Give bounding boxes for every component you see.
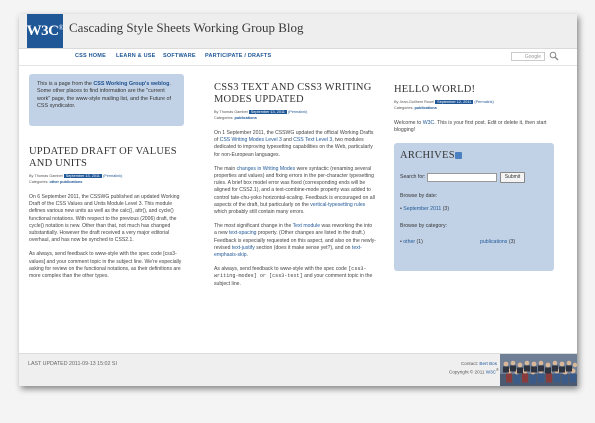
text-justify-link[interactable]: text-justify <box>232 245 255 251</box>
contact-info: Contact: Bert Bos Copyright © 2011 W3C® <box>449 361 499 376</box>
rss-icon[interactable] <box>455 152 462 160</box>
copyright-w3c-link[interactable]: W3C <box>486 370 496 375</box>
category-link[interactable]: publications <box>414 106 436 110</box>
post-title[interactable]: CSS3 TEXT AND CSS3 WRITING MODES UPDATED <box>214 82 376 106</box>
copyright-text: Copyright © 2011 <box>449 369 486 375</box>
category-link[interactable]: other publications <box>49 180 82 184</box>
copyright-mark: ® <box>495 368 499 373</box>
vertical-rules-link[interactable]: vertical-typesetting rules <box>310 202 365 208</box>
archive-date-count: (3) <box>442 206 450 213</box>
post-date: September 13, 2011 <box>63 174 102 178</box>
group-photo <box>500 354 577 386</box>
category-link[interactable]: publications <box>234 116 256 120</box>
browse-by-category-label: Browse by category: <box>400 223 447 230</box>
w3c-logo[interactable]: W3C ® <box>26 14 64 48</box>
post-meta: By Jean-Guilhem Rouel September 12, 2011… <box>394 99 554 111</box>
text: As always, send feedback to www-style wi… <box>214 266 349 273</box>
categories-label: Categories: <box>214 116 234 120</box>
archives-box: ARCHIVES Search for: Submit Browse by da… <box>394 143 554 272</box>
search-label: Search for: <box>400 174 426 181</box>
changes-link[interactable]: changes in Writing Modes <box>237 166 296 172</box>
category-other-link[interactable]: other <box>403 239 415 245</box>
archives-title: ARCHIVES <box>400 150 455 162</box>
nav-bar: CSS HOME LEARN & USE SOFTWARE PARTICIPAT… <box>19 49 577 66</box>
nav-software[interactable]: SOFTWARE <box>163 53 196 59</box>
post-title[interactable]: UPDATED DRAFT OF VALUES AND UNITS <box>29 146 184 170</box>
contact-label: Contact: <box>460 361 480 366</box>
categories-label: Categories: <box>394 106 414 110</box>
page: W3C ® Cascading Style Sheets Working Grou… <box>19 14 577 386</box>
text-level-3-link[interactable]: CSS Text Level 3 <box>293 137 332 143</box>
writing-modes-link[interactable]: CSS Writing Modes Level 3 <box>220 137 282 143</box>
permalink[interactable]: (Permalink) <box>288 110 307 114</box>
category-publications-count: (3) <box>508 239 516 246</box>
archive-category-item: publications (3) <box>480 239 515 245</box>
post-meta: By Thomas Gambet September 13, 2011 (Per… <box>29 173 184 185</box>
footer: LAST UPDATED 2011-09-13 15:02 SI Contact… <box>19 353 577 386</box>
info-text-pre: This is a page from the <box>37 81 94 87</box>
text: Welcome to <box>394 120 423 126</box>
text-spacing-link[interactable]: text-spacing <box>229 230 256 236</box>
nav-learn-use[interactable]: LEARN & USE <box>116 53 155 59</box>
post-paragraph: The main changes in Writing Modes were s… <box>214 166 376 216</box>
left-column: This is a page from the CSS Working Grou… <box>29 74 184 280</box>
post-date: September 12, 2011 <box>435 100 474 104</box>
submit-button[interactable]: Submit <box>500 172 525 184</box>
text: The most significant change in the <box>214 223 293 230</box>
nav-participate-drafts[interactable]: PARTICIPATE / DRAFTS <box>205 53 271 59</box>
category-publications-link[interactable]: publications <box>480 239 507 245</box>
post-paragraph: On 1 September 2011, the CSSWG updated t… <box>214 130 376 159</box>
text: . <box>246 252 248 259</box>
weblog-link[interactable]: CSS Working Group's weblog <box>93 81 169 87</box>
post-paragraph: On 6 September 2011, the CSSWG published… <box>29 194 180 244</box>
archive-date-link[interactable]: September 2011 <box>403 206 441 212</box>
browse-by-date-label: Browse by date: <box>400 193 438 200</box>
post-paragraph: Welcome to W3C. This is your first post.… <box>394 120 554 134</box>
archive-search-input[interactable] <box>427 173 497 183</box>
logo-registered-mark: ® <box>58 24 64 32</box>
post-author: By Thomas Gambet <box>214 110 248 114</box>
post-author: By Jean-Guilhem Rouel <box>394 100 435 104</box>
info-box: This is a page from the CSS Working Grou… <box>29 74 184 126</box>
post-title[interactable]: HELLO WORLD! <box>394 84 554 96</box>
blog-title[interactable]: Cascading Style Sheets Working Group Blo… <box>69 20 304 36</box>
archive-category-item: • other (1) <box>400 239 423 246</box>
search-icon[interactable] <box>549 51 559 61</box>
category-other-count: (1) <box>416 239 423 246</box>
text: The main <box>214 165 237 172</box>
post-paragraph: As always, send feedback to www-style wi… <box>214 266 376 288</box>
post-values-units: UPDATED DRAFT OF VALUES AND UNITS By Tho… <box>29 146 184 280</box>
post-author: By Thomas Gambet <box>29 174 63 178</box>
post-paragraph: The most significant change in the Text … <box>214 223 376 259</box>
text: which probably still contain many errors… <box>214 209 305 216</box>
categories-label: Categories: <box>29 180 49 184</box>
search-input[interactable]: Google <box>511 52 545 61</box>
post-meta: By Thomas Gambet September 13, 2011 (Per… <box>214 109 376 121</box>
header: W3C ® Cascading Style Sheets Working Grou… <box>19 14 577 49</box>
nav-css-home[interactable]: CSS HOME <box>75 53 106 59</box>
logo-text: W3C <box>26 22 59 39</box>
post-date: September 13, 2011 <box>248 110 287 114</box>
text: and <box>281 137 294 144</box>
archive-date-item: • September 2011 (3) <box>400 206 450 213</box>
contact-link[interactable]: Bert Bos <box>479 361 497 366</box>
last-updated: LAST UPDATED 2011-09-13 15:02 SI <box>28 361 117 367</box>
permalink[interactable]: (Permalink) <box>474 100 493 104</box>
w3c-link[interactable]: W3C <box>423 120 435 126</box>
text-module-link[interactable]: Text module <box>293 223 320 229</box>
permalink[interactable]: (Permalink) <box>103 174 122 178</box>
right-column: HELLO WORLD! By Jean-Guilhem Rouel Septe… <box>394 84 554 272</box>
middle-column: CSS3 TEXT AND CSS3 WRITING MODES UPDATED… <box>214 82 376 288</box>
text: section (does it make sense yet?), and o… <box>254 244 352 251</box>
post-paragraph: As always, send feedback to www-style wi… <box>29 251 182 280</box>
